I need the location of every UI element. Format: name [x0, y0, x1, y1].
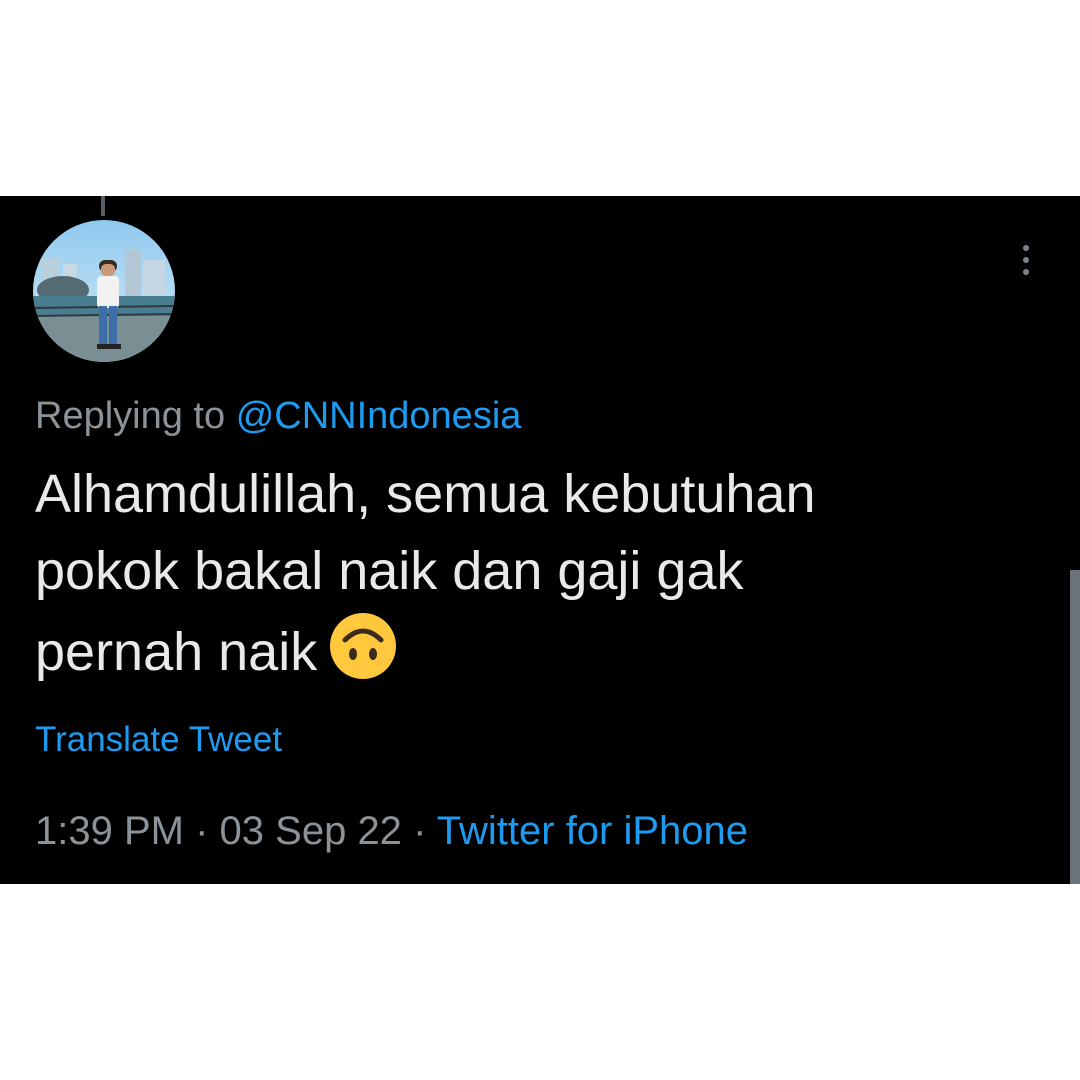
thread-connector-line — [101, 196, 105, 216]
tweet-text-line: pernah naik — [35, 622, 318, 682]
reply-handle-link[interactable]: @CNNIndonesia — [236, 395, 522, 437]
meta-separator: · — [195, 809, 209, 853]
tweet-text: Alhamdulillah, semua kebutuhan pokok bak… — [35, 456, 1035, 691]
upside-down-face-icon — [330, 613, 397, 679]
scrollbar[interactable] — [1070, 570, 1080, 884]
tweet-time[interactable]: 1:39 PM — [35, 809, 184, 853]
replying-to: Replying to @CNNIndonesia — [35, 394, 521, 438]
replying-prefix: Replying to — [35, 395, 226, 437]
more-dots-icon — [1023, 257, 1029, 263]
more-options-button[interactable] — [1012, 240, 1040, 280]
tweet-metadata: 1:39 PM · 03 Sep 22 · Twitter for iPhone — [35, 808, 748, 854]
tweet-text-line: pokok bakal naik dan gaji gak — [35, 541, 744, 601]
more-dots-icon — [1023, 269, 1029, 275]
tweet-card: Replying to @CNNIndonesia Alhamdulillah,… — [0, 196, 1080, 884]
translate-tweet-link[interactable]: Translate Tweet — [35, 720, 282, 760]
tweet-text-line: Alhamdulillah, semua kebutuhan — [35, 464, 816, 524]
avatar[interactable] — [33, 220, 175, 362]
more-dots-icon — [1023, 245, 1029, 251]
avatar-photo — [33, 220, 175, 362]
tweet-source-link[interactable]: Twitter for iPhone — [437, 809, 748, 853]
meta-separator: · — [413, 809, 427, 853]
tweet-date[interactable]: 03 Sep 22 — [220, 809, 402, 853]
